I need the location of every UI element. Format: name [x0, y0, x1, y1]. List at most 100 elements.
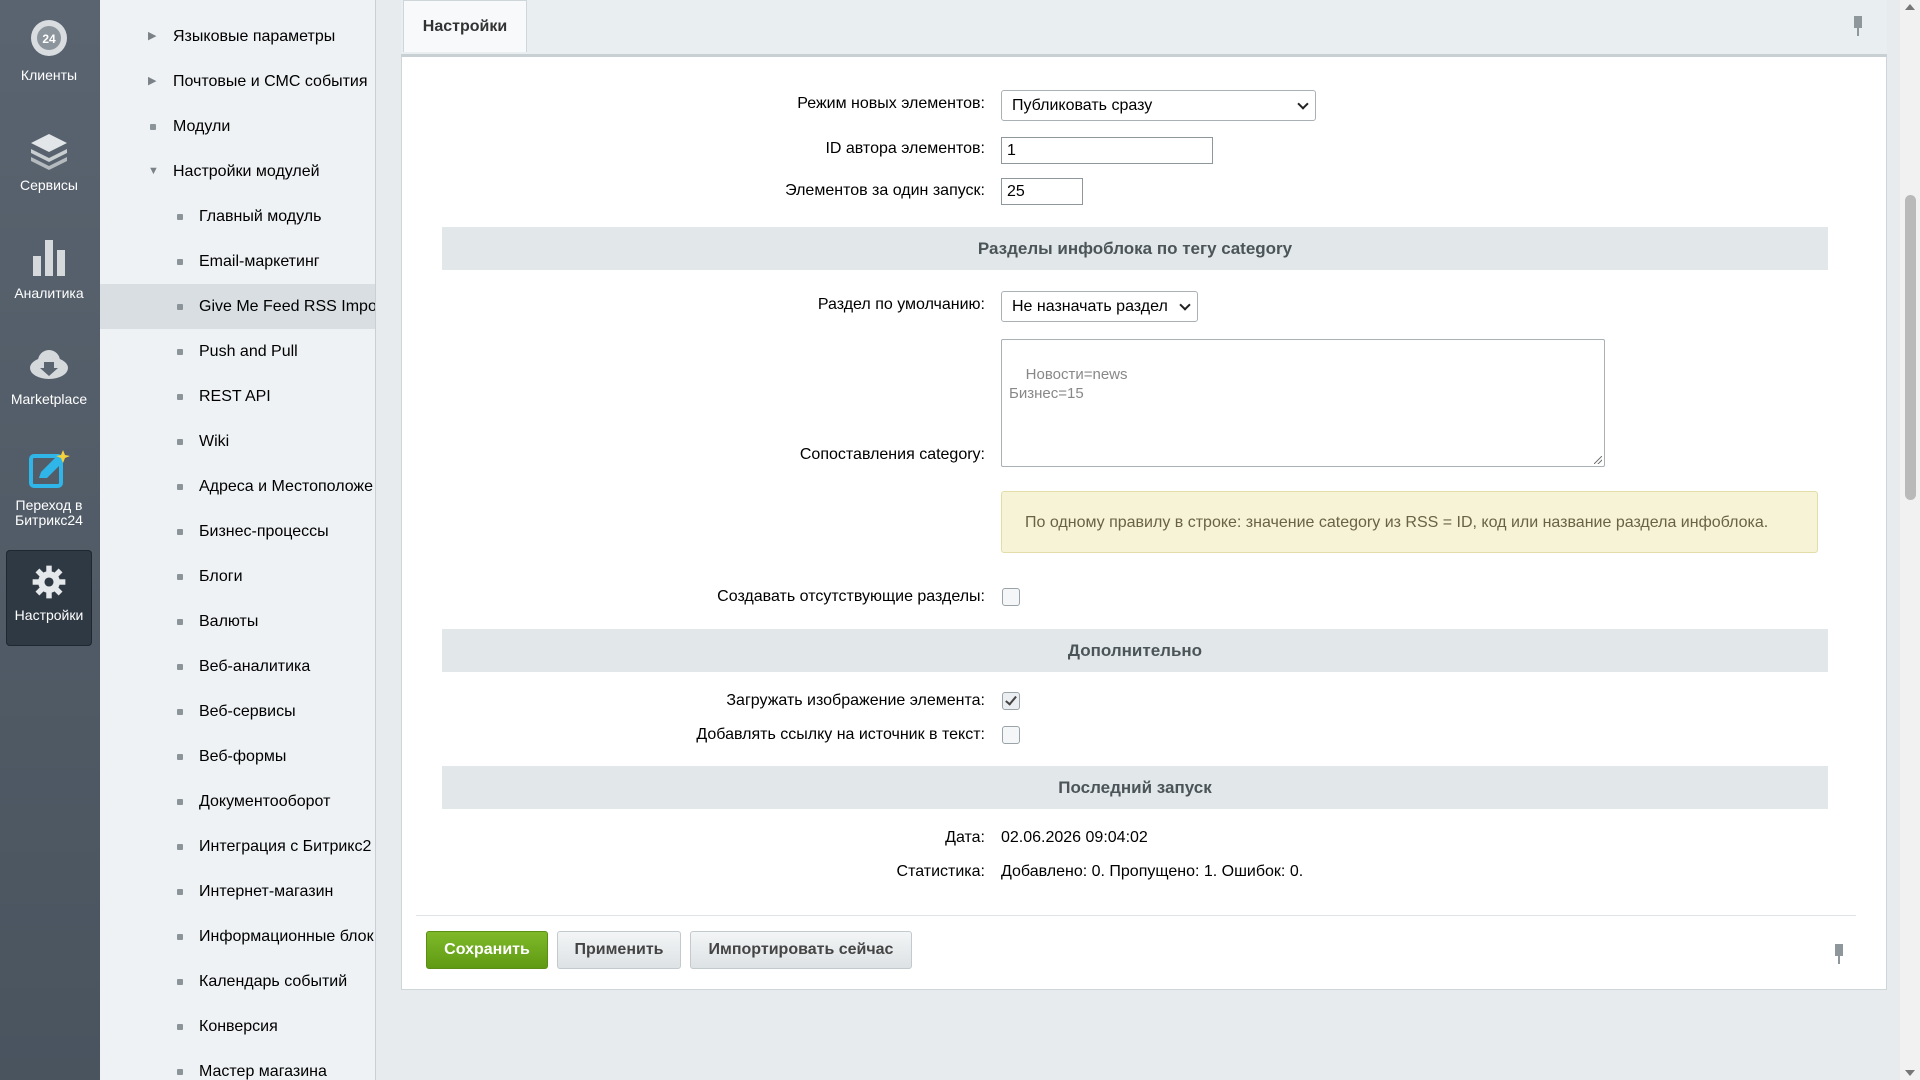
iconbar-item-bitrix24[interactable]: Переход в Битрикс24: [6, 448, 92, 528]
tree-item[interactable]: Push and Pull: [100, 329, 375, 374]
tree-item[interactable]: Email-маркетинг: [100, 239, 375, 284]
per-run-input[interactable]: 25: [1001, 178, 1083, 205]
tab-settings[interactable]: Настройки: [403, 0, 527, 52]
tree-item[interactable]: ▶ Почтовые и СМС события: [100, 59, 375, 104]
left-icon-bar: 24 Клиенты Сервисы Аналитика Marketplace: [0, 0, 100, 1080]
tree-item-label: Интеграция с Битрикс2: [199, 838, 372, 855]
tree-item-label: Модули: [173, 118, 231, 135]
tree-item[interactable]: Интернет-магазин: [100, 869, 375, 914]
add-link-label: Добавлять ссылку на источник в текст:: [696, 726, 985, 743]
bullet-icon: [177, 1069, 183, 1075]
tree-item[interactable]: REST API: [100, 374, 375, 419]
tree-item-label: Языковые параметры: [173, 28, 336, 45]
settings-tree: ▶ Языковые параметры ▶ Почтовые и СМС событ…: [100, 0, 376, 1080]
bullet-icon: [177, 1024, 183, 1030]
bullet-icon: [177, 439, 183, 445]
per-run-label: Элементов за один запуск:: [785, 182, 985, 199]
bullet-icon: [177, 529, 183, 535]
scrollbar-thumb[interactable]: [1905, 195, 1916, 500]
tree-item[interactable]: Информационные блок: [100, 914, 375, 959]
tree-item[interactable]: Блоги: [100, 554, 375, 599]
default-section-select[interactable]: Не назначать раздел: [1001, 291, 1198, 322]
chevron-down-icon: [1297, 98, 1309, 110]
bullet-icon: [177, 664, 183, 670]
tree-item[interactable]: Главный модуль: [100, 194, 375, 239]
create-missing-checkbox[interactable]: [1002, 588, 1020, 606]
bullet-icon: [177, 709, 183, 715]
tree-item[interactable]: Календарь событий: [100, 959, 375, 1004]
section-header-category: Разделы инфоблока по тегу category: [442, 227, 1828, 270]
tree-item[interactable]: Веб-формы: [100, 734, 375, 779]
tree-item-label: Веб-формы: [199, 748, 287, 765]
tree-item[interactable]: ▶ Языковые параметры: [100, 14, 375, 59]
tree-item[interactable]: Бизнес-процессы: [100, 509, 375, 554]
bullet-icon: [177, 574, 183, 580]
iconbar-label: Marketplace: [10, 391, 88, 407]
tree-item-label: Give Me Feed RSS Impo: [199, 298, 376, 315]
cloud-download-icon: [30, 350, 68, 379]
iconbar-item-clients[interactable]: 24 Клиенты: [6, 18, 92, 83]
collapse-arrow-icon[interactable]: ▼: [148, 149, 159, 194]
tree-item-label: Информационные блок: [199, 928, 374, 945]
bullet-icon: [177, 934, 183, 940]
iconbar-label: Сервисы: [19, 177, 78, 193]
tree-item[interactable]: ▼ Настройки модулей: [100, 149, 375, 194]
tree-item[interactable]: Интеграция с Битрикс2: [100, 824, 375, 869]
tree-item[interactable]: Адреса и Местоположе: [100, 464, 375, 509]
add-link-checkbox[interactable]: [1002, 726, 1020, 744]
bullet-icon: [177, 844, 183, 850]
tree-item-label: Календарь событий: [199, 973, 348, 990]
expand-arrow-icon[interactable]: ▶: [148, 14, 156, 59]
tree-item-label: Почтовые и СМС события: [173, 73, 368, 90]
tree-item[interactable]: Wiki: [100, 419, 375, 464]
tree-item-label: Бизнес-процессы: [199, 523, 329, 540]
author-id-label: ID автора элементов:: [825, 140, 985, 157]
page-scrollbar[interactable]: [1900, 0, 1920, 1080]
apply-button[interactable]: Применить: [557, 931, 681, 969]
tree-item-label: Веб-аналитика: [199, 658, 311, 675]
chevron-down-icon: [1179, 299, 1191, 311]
tree-item[interactable]: Документооборот: [100, 779, 375, 824]
iconbar-item-services[interactable]: Сервисы: [6, 128, 92, 193]
scroll-up-arrow-icon[interactable]: [1905, 4, 1915, 10]
tree-item-label: Веб-сервисы: [199, 703, 296, 720]
category-mapping-value: Новости=news Бизнес=15: [1009, 366, 1128, 402]
bullet-icon: [177, 619, 183, 625]
scroll-down-arrow-icon[interactable]: [1905, 1070, 1915, 1076]
save-button[interactable]: Сохранить: [426, 931, 548, 969]
default-section-label: Раздел по умолчанию:: [817, 296, 985, 313]
expand-arrow-icon[interactable]: ▶: [148, 59, 156, 104]
tab-bar: Настройки: [401, 0, 1887, 57]
iconbar-item-marketplace[interactable]: Marketplace: [6, 342, 92, 407]
new-mode-value: Публиковать сразу: [1012, 97, 1153, 114]
layers-icon: [31, 134, 67, 170]
author-id-input[interactable]: 1: [1001, 137, 1213, 164]
new-mode-label: Режим новых элементов:: [797, 95, 985, 112]
tree-item[interactable]: Конверсия: [100, 1004, 375, 1049]
tree-item[interactable]: Give Me Feed RSS Impo: [100, 284, 376, 329]
tree-item[interactable]: Валюты: [100, 599, 375, 644]
tree-item[interactable]: Модули: [100, 104, 375, 149]
resize-grip-icon[interactable]: [1594, 456, 1602, 464]
iconbar-item-settings[interactable]: Настройки: [6, 550, 92, 646]
gear-icon: [32, 565, 66, 599]
bullet-icon: [177, 349, 183, 355]
import-now-button[interactable]: Импортировать сейчас: [690, 931, 912, 969]
load-image-checkbox[interactable]: [1002, 692, 1020, 710]
bullet-icon: [177, 484, 183, 490]
category-mapping-textarea[interactable]: Новости=news Бизнес=15: [1001, 339, 1605, 467]
pin-icon[interactable]: [1832, 944, 1846, 964]
tree-item[interactable]: Веб-аналитика: [100, 644, 375, 689]
tree-item-label: Мастер магазина: [199, 1063, 327, 1080]
tree-item-label: Email-маркетинг: [199, 253, 320, 270]
tree-item[interactable]: Веб-сервисы: [100, 689, 375, 734]
tree-item-label: Интернет-магазин: [199, 883, 334, 900]
edit-sparkle-icon: [29, 450, 70, 488]
mapping-hint-notice: По одному правилу в строке: значение cat…: [1001, 491, 1818, 553]
iconbar-item-analytics[interactable]: Аналитика: [6, 236, 92, 301]
new-mode-select[interactable]: Публиковать сразу: [1001, 90, 1316, 121]
pin-icon[interactable]: [1851, 16, 1865, 36]
tree-item[interactable]: Мастер магазина: [100, 1049, 375, 1080]
tree-item-label: Настройки модулей: [173, 163, 320, 180]
tree-item-label: Документооборот: [199, 793, 331, 810]
